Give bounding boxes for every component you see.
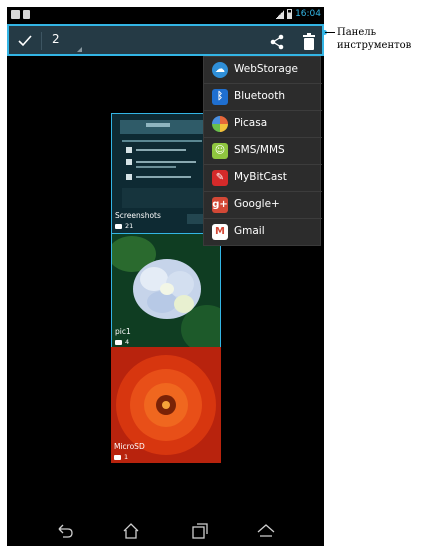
battery-icon [287,9,293,19]
status-bar: 16:04 [7,7,324,24]
figure: { "status_bar": { "time": "16:04", "icon… [0,0,445,546]
folder-icon [114,454,121,460]
album-count-value: 1 [124,453,129,461]
document-icon [23,10,30,19]
callout-label: Панель инструментов [337,26,445,52]
folder-icon [115,339,122,345]
screenshot-icon [11,10,20,19]
gmail-icon: M [212,224,228,240]
album-count: 4 [115,338,129,346]
menu-item-label: WebStorage [234,63,298,75]
menu-item-gmail[interactable]: M Gmail [204,219,322,246]
menu-item-bluetooth[interactable]: ᛒ Bluetooth [204,84,322,111]
googleplus-icon: g+ [212,197,228,213]
menu-item-label: MyBitCast [234,171,287,183]
menu-item-label: Gmail [234,225,265,237]
album-pic1[interactable]: pic1 4 [111,233,221,351]
mybitcast-icon: ✎ [212,170,228,186]
home-icon[interactable] [121,522,141,540]
album-microsd[interactable]: MicroSD 1 [111,347,221,463]
album-count-value: 21 [125,222,134,230]
dropdown-caret-icon[interactable] [77,47,82,52]
signal-icon [276,9,285,19]
picasa-icon [212,116,228,132]
navigation-bar [7,516,324,546]
menu-item-label: Google+ [234,198,280,210]
menu-up-icon[interactable] [256,522,276,540]
status-clock: 16:04 [295,9,321,19]
album-name: pic1 [115,327,131,336]
album-name: Screenshots [115,211,161,220]
album-count-value: 4 [125,338,130,346]
album-count: 1 [114,453,128,461]
toolbar: 2 [7,24,324,56]
menu-item-webstorage[interactable]: ☁ WebStorage [204,57,322,84]
sms-icon: ☺ [212,143,228,159]
menu-item-label: SMS/MMS [234,144,285,156]
callout-line [325,32,335,33]
menu-item-mybitcast[interactable]: ✎ MyBitCast [204,165,322,192]
selected-count[interactable]: 2 [52,32,60,46]
share-icon[interactable] [268,33,286,51]
menu-item-sms[interactable]: ☺ SMS/MMS [204,138,322,165]
back-icon[interactable] [55,522,75,540]
menu-item-label: Bluetooth [234,90,285,102]
webstorage-icon: ☁ [212,62,228,78]
menu-item-googleplus[interactable]: g+ Google+ [204,192,322,219]
bluetooth-icon: ᛒ [212,89,228,105]
checkmark-icon[interactable] [16,32,34,50]
callout-line-1: Панель [337,27,377,38]
share-menu: ☁ WebStorage ᛒ Bluetooth Picasa ☺ SMS/MM… [203,56,322,246]
folder-icon [115,223,122,229]
recent-apps-icon[interactable] [190,522,210,540]
menu-item-picasa[interactable]: Picasa [204,111,322,138]
menu-item-label: Picasa [234,117,268,129]
trash-icon[interactable] [303,33,315,50]
tablet-screen: 16:04 2 Screenshots 21 pic1 4 MicroSD 1 … [7,7,324,546]
toolbar-divider [41,32,42,50]
callout-line-2: инструментов [337,40,412,51]
album-count: 21 [115,222,133,230]
album-name: MicroSD [114,442,145,451]
